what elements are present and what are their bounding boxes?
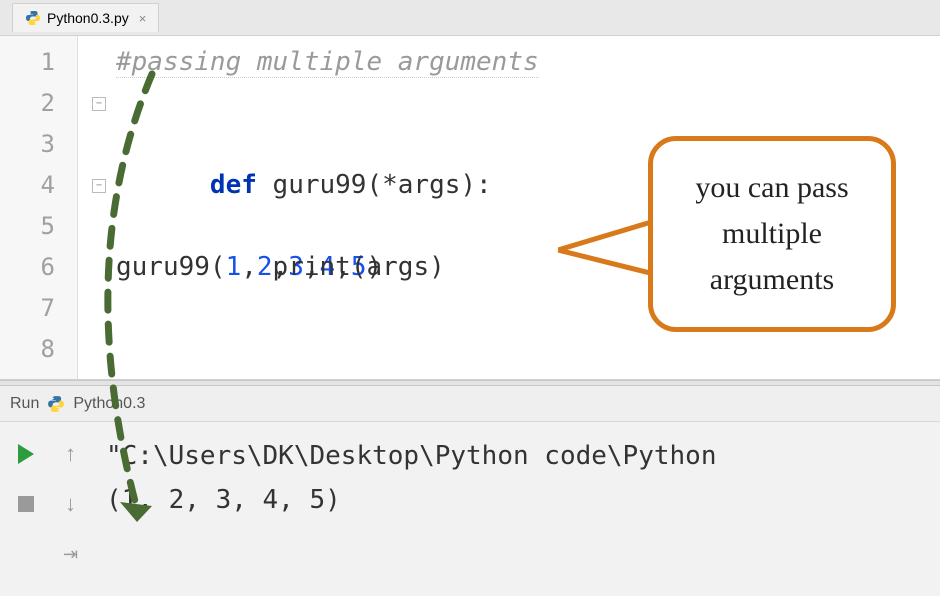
run-label: Run: [10, 395, 39, 413]
console-output[interactable]: "C:\Users\DK\Desktop\Python code\Python …: [96, 422, 940, 586]
tab-bar: Python0.3.py ×: [0, 0, 940, 36]
run-tool-header: Run Python0.3: [0, 386, 940, 422]
line-number: 5: [0, 206, 77, 247]
line-number: 6: [0, 247, 77, 288]
python-file-icon: [47, 395, 65, 413]
code-line: − def guru99(*args):: [116, 83, 940, 124]
file-tab[interactable]: Python0.3.py ×: [12, 3, 159, 32]
line-number: 3: [0, 124, 77, 165]
console-line: "C:\Users\DK\Desktop\Python code\Python: [106, 434, 930, 478]
down-button[interactable]: ↓: [49, 480, 92, 528]
line-number-gutter: 1 2 3 4 5 6 7 8: [0, 36, 78, 379]
file-tab-label: Python0.3.py: [47, 10, 129, 26]
wrap-icon: ⇥: [63, 544, 78, 565]
line-number: 4: [0, 165, 77, 206]
line-number: 2: [0, 83, 77, 124]
fold-icon[interactable]: −: [92, 97, 106, 111]
play-icon: [18, 444, 34, 464]
callout-text: you can pass multiple arguments: [648, 136, 896, 332]
comment-text: #passing multiple arguments: [116, 47, 539, 78]
callout-tail-icon: [558, 220, 658, 300]
arrow-up-icon: ↑: [65, 441, 76, 467]
indent: [210, 252, 273, 282]
console-toolbar: ↑ ↓ ⇥: [0, 422, 96, 586]
console-line: (1, 2, 3, 4, 5): [106, 478, 930, 522]
print-call: print: [273, 252, 351, 282]
stop-icon: [18, 496, 34, 512]
arrow-down-icon: ↓: [65, 491, 76, 517]
annotation-callout: you can pass multiple arguments: [558, 136, 898, 336]
soft-wrap-button[interactable]: ⇥: [49, 530, 92, 578]
stop-button[interactable]: [4, 480, 47, 528]
up-button[interactable]: ↑: [49, 430, 92, 478]
line-number: 8: [0, 329, 77, 370]
print-args: (args): [351, 252, 445, 282]
close-icon[interactable]: ×: [139, 11, 147, 26]
code-line: #passing multiple arguments: [116, 42, 940, 83]
more-button[interactable]: [4, 530, 47, 578]
fold-icon[interactable]: −: [92, 179, 106, 193]
rerun-button[interactable]: [4, 430, 47, 478]
console-pane: ↑ ↓ ⇥ "C:\Users\DK\Desktop\Python code\P…: [0, 422, 940, 586]
line-number: 7: [0, 288, 77, 329]
python-file-icon: [25, 10, 41, 26]
run-config-name: Python0.3: [73, 395, 145, 413]
line-number: 1: [0, 42, 77, 83]
